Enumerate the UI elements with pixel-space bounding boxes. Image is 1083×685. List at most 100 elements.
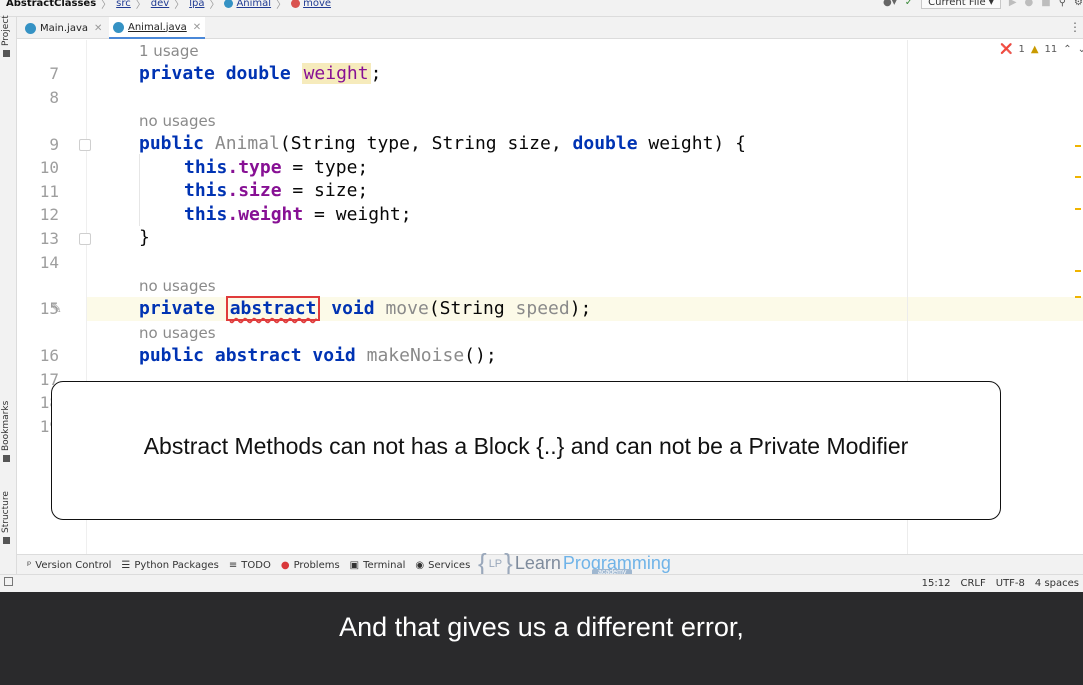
editor-tabs: Main.java ✕ Animal.java ✕ ⋮ [17, 17, 1083, 39]
close-icon[interactable]: ✕ [193, 22, 201, 33]
usage-hint[interactable]: no usages [139, 277, 216, 295]
chevron-up-icon[interactable]: ⌃ [1063, 44, 1071, 55]
user-icon[interactable]: ●▾ [883, 0, 897, 8]
indent-setting[interactable]: 4 spaces [1035, 578, 1079, 589]
video-caption: And that gives us a different error, [0, 592, 1083, 685]
breadcrumb-move[interactable]: move [303, 0, 331, 9]
logo-text: Learn [514, 553, 561, 573]
run-configuration-select[interactable]: Current File ▾ [921, 0, 1001, 9]
keyword: private [139, 63, 215, 84]
line-number: 9 [49, 135, 59, 154]
tab-main-java[interactable]: Main.java ✕ [25, 17, 102, 39]
services-icon: ◉ [415, 560, 425, 571]
tool-label: Python Packages [134, 560, 219, 571]
breadcrumb-lpa[interactable]: lpa [189, 0, 204, 9]
keyword: private [139, 298, 215, 319]
caret-position[interactable]: 15:12 [922, 578, 951, 589]
callout-text: Abstract Methods can not has a Block {..… [143, 433, 909, 459]
breadcrumb-animal[interactable]: Animal [236, 0, 271, 9]
tool-label: TODO [241, 560, 271, 571]
field-name: weight [301, 63, 371, 84]
tool-label: Version Control [35, 560, 112, 571]
services-tool[interactable]: ◉ Services [415, 560, 470, 571]
inspection-widget[interactable]: ❌ 1 ▲ 11 ⌃ ⌄ [1000, 44, 1083, 55]
usage-hint[interactable]: no usages [139, 324, 216, 342]
line-number: 10 [39, 158, 59, 177]
error-icon: ❌ [1000, 44, 1013, 55]
project-tool-button[interactable]: Project [1, 15, 11, 57]
search-icon[interactable]: ⚲ [1059, 0, 1066, 8]
field-name: .weight [227, 204, 304, 225]
problems-tool[interactable]: ● Problems [281, 560, 340, 571]
stop-icon[interactable]: ■ [1041, 0, 1050, 8]
java-class-icon [113, 21, 124, 33]
structure-tool-label: Structure [1, 491, 11, 533]
keyword: this [184, 157, 228, 178]
code-line-16: public abstract void makeNoise(); [139, 345, 497, 366]
hammer-icon[interactable]: ✓ [905, 0, 913, 8]
ide-window: AbstractClasses 〉 src 〉 dev 〉 lpa 〉 Animal 〉 … [0, 0, 1083, 592]
method-name: makeNoise [366, 345, 465, 366]
warning-stripe-mark[interactable] [1075, 296, 1081, 298]
line-number: 13 [39, 229, 59, 248]
logo-mark: LP [488, 557, 503, 570]
keyword: public [139, 345, 205, 366]
keyword: void [331, 298, 375, 319]
breadcrumb: AbstractClasses 〉 src 〉 dev 〉 lpa 〉 Animal 〉 … [6, 0, 332, 11]
warning-stripe-mark[interactable] [1075, 208, 1081, 210]
breadcrumb-project[interactable]: AbstractClasses [6, 0, 96, 9]
branch-icon: ᵖ [27, 560, 32, 571]
structure-tool-button[interactable]: Structure [1, 491, 11, 544]
close-icon[interactable]: ✕ [94, 23, 102, 34]
bookmarks-tool-button[interactable]: Bookmarks [1, 401, 11, 462]
method-name: move [385, 298, 429, 319]
code-line-11: this.size = size; [184, 180, 368, 201]
caption-text: And that gives us a different error, [339, 612, 744, 642]
file-encoding[interactable]: UTF-8 [996, 578, 1025, 589]
warning-stripe-mark[interactable] [1075, 270, 1081, 272]
code-text: weight) { [637, 133, 746, 154]
line-number: 11 [39, 182, 59, 201]
run-icon[interactable]: ▶ [1009, 0, 1017, 8]
line-number: 14 [39, 253, 59, 272]
breadcrumb-dev[interactable]: dev [151, 0, 169, 9]
structure-icon [2, 537, 10, 544]
field-name: .size [227, 180, 282, 201]
edit-pencil-icon[interactable]: ✎ [51, 302, 62, 317]
project-tool-label: Project [1, 15, 11, 46]
code-line-12: this.weight = weight; [184, 204, 412, 225]
run-configuration-label: Current File [928, 0, 986, 8]
todo-tool[interactable]: ≡ TODO [229, 560, 271, 571]
warning-stripe-mark[interactable] [1075, 176, 1081, 178]
tab-label: Animal.java [128, 21, 187, 33]
code-line-15: private abstract void move(String speed)… [139, 296, 591, 321]
terminal-tool[interactable]: ▣ Terminal [350, 560, 406, 571]
code-text: (String type, String size, [279, 133, 573, 154]
code-text: = weight; [303, 204, 412, 225]
class-icon [224, 0, 234, 8]
tool-label: Services [428, 560, 471, 571]
usage-hint[interactable]: 1 usage [139, 42, 199, 60]
python-packages-tool[interactable]: ☰ Python Packages [121, 560, 218, 571]
tab-animal-java[interactable]: Animal.java ✕ [109, 17, 206, 39]
breadcrumb-src[interactable]: src [116, 0, 131, 9]
usage-hint[interactable]: no usages [139, 112, 216, 130]
more-icon[interactable]: ⋮ [1069, 20, 1081, 34]
navigation-bar: AbstractClasses 〉 src 〉 dev 〉 lpa 〉 Animal 〉 … [0, 0, 1083, 17]
gear-icon[interactable]: ⚙ [1074, 0, 1083, 8]
code-text: = type; [281, 157, 369, 178]
bookmark-icon [2, 455, 10, 462]
version-control-tool[interactable]: ᵖ Version Control [27, 560, 111, 571]
error-highlighted-keyword[interactable]: abstract [225, 296, 321, 321]
warning-stripe-mark[interactable] [1075, 145, 1081, 147]
method-icon [291, 0, 301, 8]
warning-icon: ▲ [1030, 44, 1039, 55]
debug-icon[interactable]: ● [1025, 0, 1034, 8]
line-separator[interactable]: CRLF [960, 578, 985, 589]
code-line-9: public Animal(String type, String size, … [139, 133, 746, 154]
chevron-down-icon[interactable]: ⌄ [1078, 44, 1083, 55]
field-name: .type [227, 157, 282, 178]
warning-count: 11 [1044, 44, 1058, 55]
navbar-actions: ●▾ ✓ Current File ▾ ▶ ● ■ ⚲ ⚙ [883, 0, 1083, 9]
layout-toggle-icon[interactable] [4, 577, 13, 586]
